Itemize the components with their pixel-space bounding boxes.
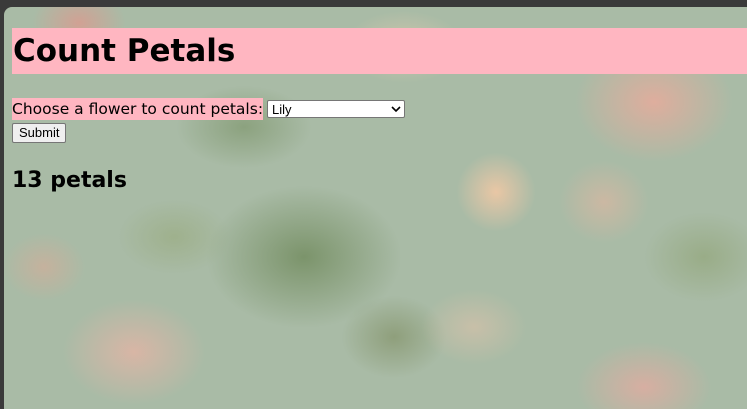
browser-viewport: Count Petals Choose a flower to count pe… xyxy=(4,7,747,409)
petal-count-result: 13 petals xyxy=(12,168,127,193)
flower-select[interactable]: Lily xyxy=(267,100,406,118)
title-banner: Count Petals xyxy=(12,28,747,74)
submit-button[interactable]: Submit xyxy=(12,123,67,143)
flower-select-value: Lily xyxy=(272,101,292,117)
page-title: Count Petals xyxy=(13,33,236,69)
page-content: Count Petals Choose a flower to count pe… xyxy=(12,28,747,195)
chevron-down-icon xyxy=(391,104,401,114)
flower-select-label: Choose a flower to count petals: xyxy=(12,98,264,120)
flower-form: Choose a flower to count petals: Lily xyxy=(12,98,747,120)
